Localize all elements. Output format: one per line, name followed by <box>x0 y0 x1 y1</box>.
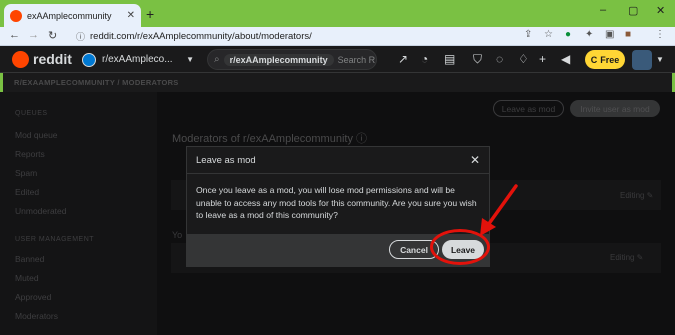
sidebar-section-user-management: USER MANAGEMENT <box>15 236 95 243</box>
search-bar[interactable]: ⌕ r/exAAmplecommunity Search R <box>207 49 377 70</box>
search-icon: ⌕ <box>214 54 220 65</box>
profile-icon[interactable]: ■ <box>625 29 631 40</box>
chevron-down-icon: ▼ <box>186 55 194 64</box>
puzzle-icon[interactable]: ✦ <box>585 29 593 40</box>
sidebar-item-spam[interactable]: Spam <box>15 168 37 178</box>
browser-titlebar: exAAmplecommunity ✕ + – ▢ ✕ <box>0 0 675 27</box>
chat-icon[interactable]: ◌ <box>496 52 503 66</box>
reddit-header: reddit r/exAAmpleco... ▼ ⌕ r/exAAmplecom… <box>0 46 675 73</box>
premium-free-button[interactable]: C Free <box>585 50 625 69</box>
breadcrumb: R/EXAAMPLECOMMUNITY / MODERATORS <box>14 78 179 87</box>
row-label-fragment: Yo <box>172 230 183 240</box>
browser-toolbar: ← → ↻ ⓘ reddit.com/r/exAAmplecommunity/a… <box>0 27 675 46</box>
free-label: Free <box>600 54 620 65</box>
reddit-logo-icon[interactable] <box>12 51 29 68</box>
popular-icon[interactable]: ↗ <box>398 52 408 66</box>
notification-bell-icon[interactable]: ♢ <box>518 52 529 66</box>
dialog-header: Leave as mod ✕ <box>187 147 489 174</box>
create-post-icon[interactable]: + <box>539 52 546 66</box>
menu-icon[interactable]: ⋮ <box>655 29 665 40</box>
sidebar-item-unmoderated[interactable]: Unmoderated <box>15 206 67 216</box>
search-scope-pill[interactable]: r/exAAmplecommunity <box>223 53 334 66</box>
sidebar-item-reports[interactable]: Reports <box>15 149 45 159</box>
new-tab-button[interactable]: + <box>146 6 154 22</box>
back-icon[interactable]: ← <box>9 29 20 41</box>
maximize-icon[interactable]: ▢ <box>628 4 638 17</box>
edit-link[interactable]: Editing ✎ <box>620 191 653 200</box>
dialog-message: Once you leave as a mod, you will lose m… <box>196 185 477 220</box>
video-icon[interactable]: ▤ <box>444 52 455 66</box>
site-info-icon[interactable]: ⓘ <box>76 30 85 43</box>
community-icon <box>82 52 96 67</box>
annotation-arrow-icon <box>480 184 518 236</box>
user-menu-chevron-icon[interactable]: ▼ <box>656 55 664 64</box>
minimize-icon[interactable]: – <box>600 4 606 16</box>
moderators-heading: Moderators of r/exAAmplecommunity ⓘ <box>172 133 368 145</box>
reload-icon[interactable]: ↻ <box>48 29 57 42</box>
advertise-icon[interactable]: ◀ <box>561 52 570 66</box>
sidebar-item-moderators[interactable]: Moderators <box>15 311 58 321</box>
reddit-wordmark[interactable]: reddit <box>33 51 72 67</box>
search-placeholder: Search R <box>337 54 376 65</box>
mod-shield-icon[interactable]: ⛉ <box>473 52 482 67</box>
forward-icon[interactable]: → <box>28 29 39 41</box>
close-window-icon[interactable]: ✕ <box>656 4 665 17</box>
sidepanel-icon[interactable]: ▣ <box>605 29 614 40</box>
tab-close-icon[interactable]: ✕ <box>127 10 135 21</box>
dialog-title: Leave as mod <box>196 154 256 166</box>
user-avatar[interactable] <box>632 50 652 70</box>
browser-tab[interactable]: exAAmplecommunity ✕ <box>4 4 141 27</box>
sidebar-item-approved[interactable]: Approved <box>15 292 51 302</box>
url-text: reddit.com/r/exAAmplecommunity/about/mod… <box>90 31 312 42</box>
address-bar[interactable]: ⓘ reddit.com/r/exAAmplecommunity/about/m… <box>76 29 546 44</box>
star-icon[interactable]: ☆ <box>544 29 553 40</box>
share-icon[interactable]: ⇪ <box>524 29 532 40</box>
community-selector[interactable]: r/exAAmpleco... ▼ <box>82 50 194 69</box>
stats-icon[interactable]: ◔ <box>421 52 428 66</box>
community-name: r/exAAmpleco... <box>102 54 173 65</box>
coin-icon: C <box>590 54 598 65</box>
extension-g-icon[interactable]: ● <box>565 29 571 40</box>
sidebar-item-banned[interactable]: Banned <box>15 254 44 264</box>
leave-as-mod-button[interactable]: Leave as mod <box>493 100 564 117</box>
close-icon[interactable]: ✕ <box>470 153 480 167</box>
reddit-favicon-icon <box>10 9 22 22</box>
sidebar-item-mod-queue[interactable]: Mod queue <box>15 130 58 140</box>
sidebar-item-muted[interactable]: Muted <box>15 273 39 283</box>
mod-sidebar: QUEUES Mod queue Reports Spam Edited Unm… <box>0 92 157 335</box>
invite-mod-button[interactable]: Invite user as mod <box>570 100 660 117</box>
tab-title: exAAmplecommunity <box>27 10 112 21</box>
sidebar-section-queues: QUEUES <box>15 110 48 117</box>
edit-link[interactable]: Editing ✎ <box>610 253 643 262</box>
sidebar-item-edited[interactable]: Edited <box>15 187 39 197</box>
